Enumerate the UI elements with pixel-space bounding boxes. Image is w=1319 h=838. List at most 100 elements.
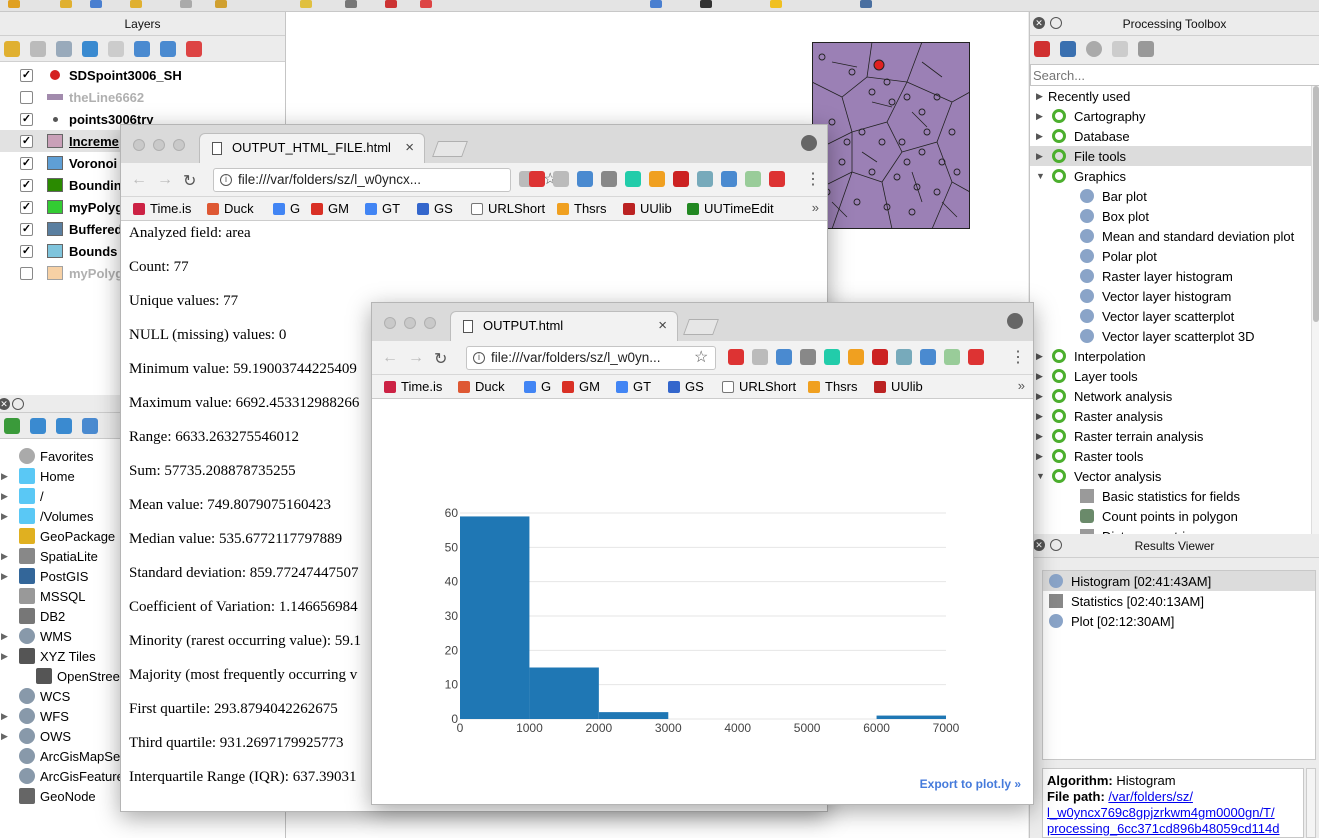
toolbar-icon[interactable] <box>60 0 72 8</box>
python-icon[interactable] <box>1060 41 1076 57</box>
histogram-bar[interactable] <box>876 715 946 719</box>
expand-arrow-icon[interactable]: ▶ <box>1 551 13 562</box>
browser-extension-icon[interactable] <box>769 171 785 187</box>
browser-extension-icon[interactable] <box>673 171 689 187</box>
layer-visibility-checkbox[interactable]: ✓ <box>20 68 33 82</box>
toolbox-item[interactable]: Vector layer histogram <box>1030 286 1312 306</box>
manage-visibility-icon[interactable] <box>56 40 72 57</box>
float-icon[interactable] <box>12 398 24 410</box>
window-zoom-button[interactable] <box>424 317 436 329</box>
layer-visibility-checkbox[interactable]: ✓ <box>20 244 33 258</box>
layer-visibility-checkbox[interactable]: ✓ <box>20 134 33 148</box>
toolbox-item[interactable]: ▶ Database <box>1030 126 1312 146</box>
profile-icon[interactable] <box>801 135 817 151</box>
toolbox-item[interactable]: ▶ Recently used <box>1030 86 1312 106</box>
toolbox-item[interactable]: Count points in polygon <box>1030 506 1312 526</box>
bookmark-item[interactable]: Duck <box>207 201 254 216</box>
bookmark-item[interactable]: Thsrs <box>557 201 607 216</box>
forward-icon[interactable]: → <box>408 349 424 367</box>
toolbar-icon[interactable] <box>650 0 662 8</box>
expand-arrow-icon[interactable]: ▶ <box>1 631 13 642</box>
bookmark-item[interactable]: GS <box>417 201 453 216</box>
filter-icon[interactable] <box>56 417 72 434</box>
expand-arrow-icon[interactable]: ▶ <box>1036 131 1048 142</box>
layer-visibility-checkbox[interactable]: ✓ <box>20 156 33 170</box>
menu-icon[interactable]: ⋮ <box>1010 347 1026 367</box>
browser-extension-icon[interactable] <box>920 349 936 365</box>
toolbar-icon[interactable] <box>215 0 227 8</box>
bookmark-item[interactable]: GS <box>668 379 704 394</box>
toolbar-icon[interactable] <box>180 0 192 8</box>
expand-arrow-icon[interactable]: ▶ <box>1 491 13 502</box>
toolbox-item[interactable]: ▶ Raster terrain analysis <box>1030 426 1312 446</box>
layer-item[interactable]: theLine6662 <box>0 86 285 108</box>
bookmark-item[interactable]: GT <box>616 379 651 394</box>
browser-extension-icon[interactable] <box>553 171 569 187</box>
toolbox-item[interactable]: ▼ Vector analysis <box>1030 466 1312 486</box>
results-icon[interactable] <box>1112 41 1128 57</box>
toolbox-item[interactable]: Box plot <box>1030 206 1312 226</box>
browser-extension-icon[interactable] <box>824 349 840 365</box>
close-icon[interactable]: ✕ <box>1033 539 1045 551</box>
expand-arrow-icon[interactable]: ▶ <box>1036 151 1048 162</box>
expand-arrow-icon[interactable]: ▶ <box>1 711 13 722</box>
window-minimize-button[interactable] <box>153 139 165 151</box>
toolbar-icon[interactable] <box>420 0 432 8</box>
info-icon[interactable]: i <box>473 352 485 364</box>
toolbox-item[interactable]: Basic statistics for fields <box>1030 486 1312 506</box>
bookmark-item[interactable]: G <box>524 379 551 394</box>
toolbox-item[interactable]: ▼ Graphics <box>1030 166 1312 186</box>
toolbox-item[interactable]: ▶ Network analysis <box>1030 386 1312 406</box>
browser-extension-icon[interactable] <box>896 349 912 365</box>
bookmark-item[interactable]: Thsrs <box>808 379 858 394</box>
expand-arrow-icon[interactable]: ▶ <box>1036 431 1048 442</box>
float-icon[interactable] <box>1050 17 1062 29</box>
expand-arrow-icon[interactable]: ▶ <box>1036 91 1048 102</box>
filter-icon[interactable] <box>82 40 98 57</box>
models-icon[interactable] <box>1034 41 1050 57</box>
toolbox-item[interactable]: ▶ Raster analysis <box>1030 406 1312 426</box>
expand-arrow-icon[interactable]: ▶ <box>1 731 13 742</box>
close-tab-icon[interactable]: × <box>658 312 667 340</box>
bookmark-item[interactable]: URLShort <box>471 201 545 216</box>
add-selected-icon[interactable] <box>4 417 20 434</box>
browser-extension-icon[interactable] <box>697 171 713 187</box>
expand-arrow-icon[interactable]: ▶ <box>1036 451 1048 462</box>
browser-extension-icon[interactable] <box>728 349 744 365</box>
browser-extension-icon[interactable] <box>848 349 864 365</box>
tab-output-html[interactable]: OUTPUT.html × <box>450 311 678 341</box>
close-tab-icon[interactable]: × <box>405 134 414 162</box>
bookmark-item[interactable]: GM <box>562 379 600 394</box>
detail-scrollbar[interactable] <box>1306 768 1316 838</box>
bookmark-item[interactable]: Time.is <box>384 379 442 394</box>
browser-extension-icon[interactable] <box>529 171 545 187</box>
reload-icon[interactable]: ↻ <box>434 349 447 369</box>
toolbox-search-input[interactable] <box>1030 64 1319 86</box>
browser-extension-icon[interactable] <box>577 171 593 187</box>
float-icon[interactable] <box>1050 539 1062 551</box>
info-icon[interactable]: i <box>220 174 232 186</box>
expand-arrow-icon[interactable]: ▶ <box>1036 371 1048 382</box>
layer-visibility-checkbox[interactable] <box>20 90 33 104</box>
filepath-link[interactable]: /var/folders/sz/ <box>1108 789 1193 804</box>
expand-arrow-icon[interactable]: ▶ <box>1036 111 1048 122</box>
toolbar-icon[interactable] <box>385 0 397 8</box>
expand-arrow-icon[interactable]: ▼ <box>1036 171 1048 181</box>
browser-extension-icon[interactable] <box>601 171 617 187</box>
toolbar-icon[interactable] <box>90 0 102 8</box>
expression-filter-icon[interactable] <box>108 40 124 57</box>
bookmark-item[interactable]: URLShort <box>722 379 796 394</box>
options-icon[interactable] <box>1138 41 1154 57</box>
toolbar-icon[interactable] <box>345 0 357 8</box>
bookmark-item[interactable]: G <box>273 201 300 216</box>
toolbar-icon[interactable] <box>8 0 20 8</box>
close-icon[interactable]: ✕ <box>1033 17 1045 29</box>
new-tab-button[interactable] <box>432 141 468 157</box>
reload-icon[interactable]: ↻ <box>183 171 196 191</box>
more-bookmarks-icon[interactable]: » <box>1018 378 1025 393</box>
histogram-bar[interactable] <box>529 667 599 720</box>
window-zoom-button[interactable] <box>173 139 185 151</box>
close-icon[interactable]: ✕ <box>0 398 10 410</box>
result-item[interactable]: Plot [02:12:30AM] <box>1043 611 1315 631</box>
browser-extension-icon[interactable] <box>944 349 960 365</box>
